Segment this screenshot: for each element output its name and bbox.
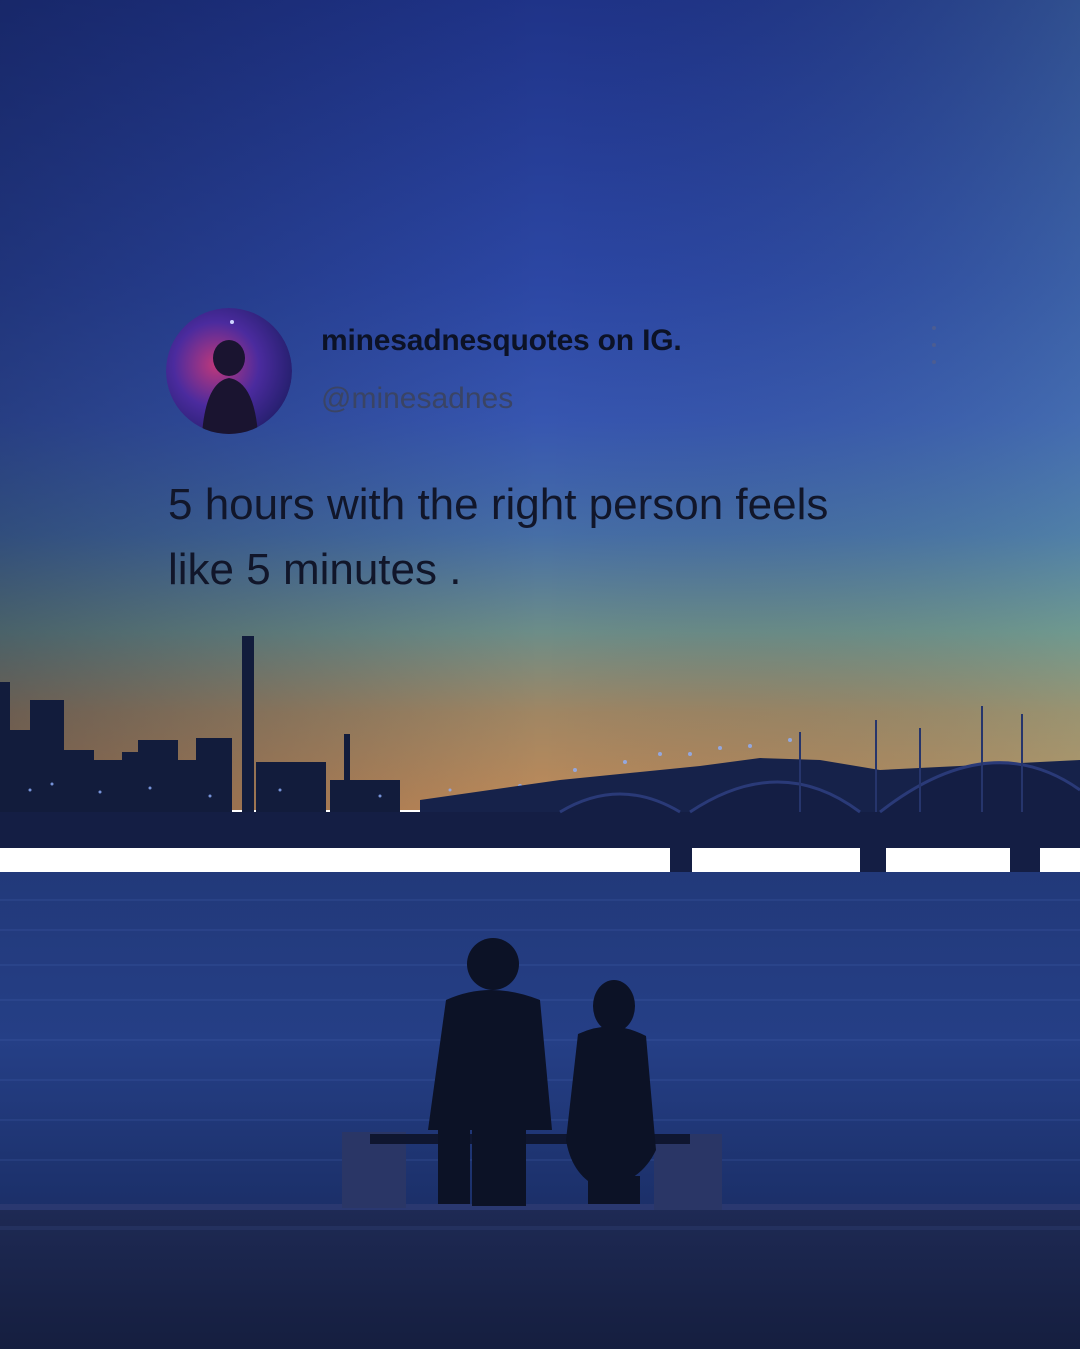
dot	[932, 326, 936, 330]
post-text: 5 hours with the right person feels like…	[168, 472, 988, 602]
avatar[interactable]	[166, 308, 292, 434]
post-text-line: like 5 minutes .	[168, 545, 462, 594]
profile-avatar-icon	[166, 308, 292, 434]
dot	[932, 360, 936, 364]
display-name[interactable]: minesadnesquotes on IG.	[321, 324, 682, 358]
vertical-dots-icon[interactable]	[920, 326, 948, 364]
dot	[932, 343, 936, 347]
post-text-line: 5 hours with the right person feels	[168, 480, 829, 529]
user-handle[interactable]: @minesadnes	[321, 382, 513, 416]
quote-card: minesadnesquotes on IG. @minesadnes 5 ho…	[0, 0, 1080, 640]
